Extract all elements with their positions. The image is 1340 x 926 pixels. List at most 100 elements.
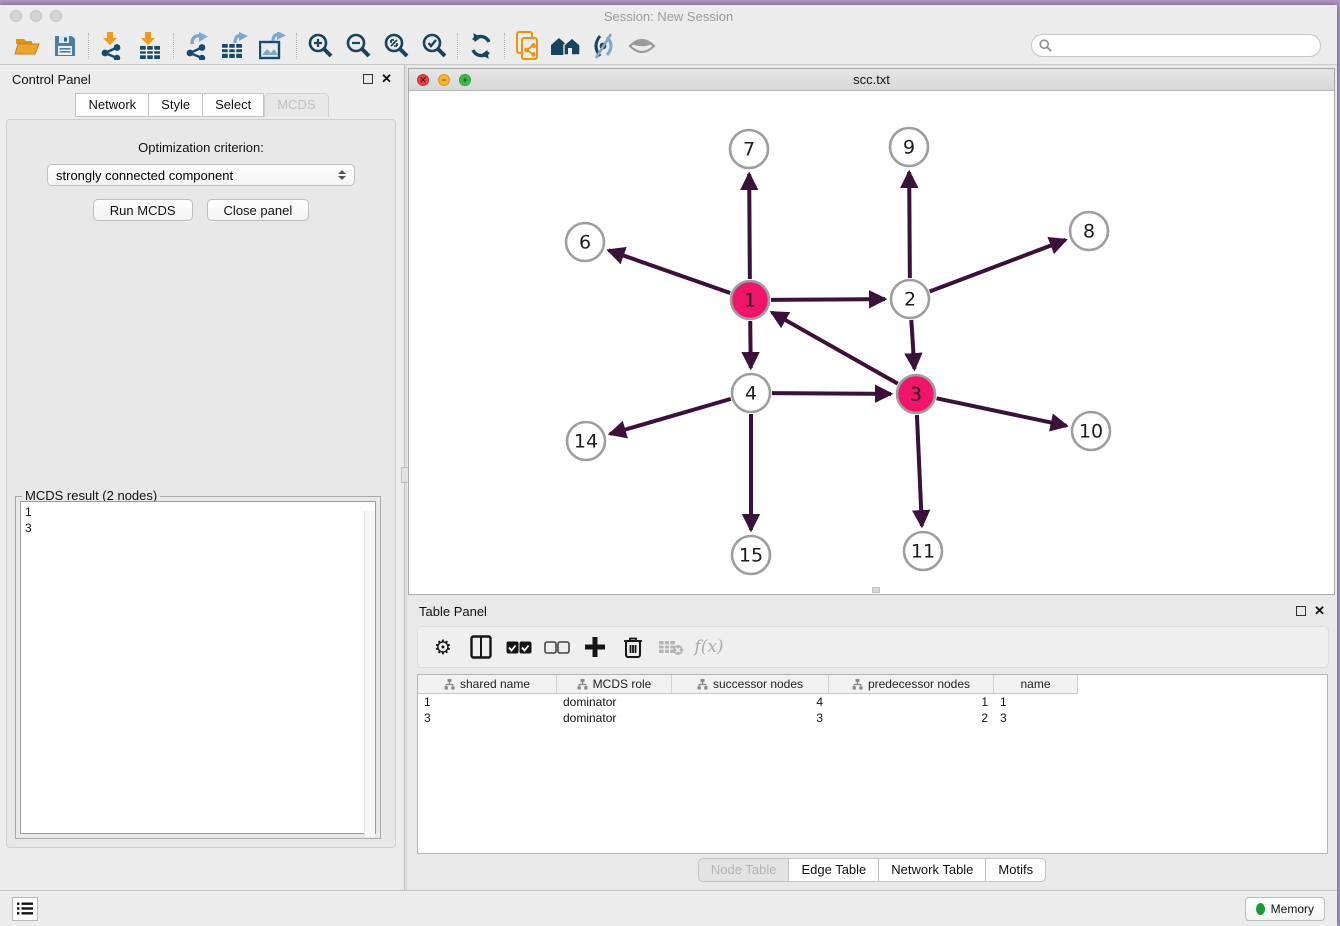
zoom-out-icon xyxy=(345,32,372,59)
graph-edge-4-3[interactable] xyxy=(772,393,891,394)
save-icon xyxy=(53,34,77,58)
graph-edge-1-4[interactable] xyxy=(750,321,751,368)
split-view-button[interactable] xyxy=(464,631,498,663)
run-mcds-button[interactable]: Run MCDS xyxy=(93,199,193,221)
app-window: Session: New Session xyxy=(0,5,1337,926)
graph-edge-2-9[interactable] xyxy=(909,172,910,278)
criterion-select[interactable]: strongly connected component xyxy=(47,164,355,186)
zoom-selected-button[interactable] xyxy=(415,31,453,61)
close-panel-button[interactable]: Close panel xyxy=(207,199,310,221)
import-table-button[interactable] xyxy=(131,31,169,61)
column-header-name[interactable]: name xyxy=(994,675,1078,694)
close-panel-icon[interactable]: ✕ xyxy=(381,74,392,84)
graph-edge-3-11[interactable] xyxy=(917,415,922,526)
cell-predecessor-nodes[interactable]: 1 xyxy=(829,694,994,710)
float-table-panel-icon[interactable] xyxy=(1296,606,1306,616)
refresh-button[interactable] xyxy=(462,31,500,61)
tab-network-table[interactable]: Network Table xyxy=(879,858,986,882)
eye-button[interactable] xyxy=(623,31,661,61)
column-header-predecessor-nodes[interactable]: predecessor nodes xyxy=(829,675,994,694)
graph-edge-1-2[interactable] xyxy=(771,299,885,300)
zoom-in-button[interactable] xyxy=(301,31,339,61)
search-input[interactable] xyxy=(1057,39,1313,53)
zoom-out-button[interactable] xyxy=(339,31,377,61)
column-header-shared-name[interactable]: shared name xyxy=(418,675,557,694)
export-table-icon xyxy=(221,32,249,60)
network-graph[interactable]: 7968124314101511 xyxy=(409,91,1337,595)
deselect-all-icon xyxy=(544,641,570,654)
show-panels-button[interactable] xyxy=(12,897,38,921)
table-row[interactable]: 3dominator323 xyxy=(418,710,1327,726)
network-canvas[interactable]: 7968124314101511 xyxy=(409,91,1334,594)
graph-edge-2-8[interactable] xyxy=(930,240,1066,292)
close-table-panel-icon[interactable]: ✕ xyxy=(1314,606,1325,616)
function-builder-button[interactable]: f(x) xyxy=(692,631,726,663)
cell-name[interactable]: 1 xyxy=(994,694,1078,710)
table-panel-title: Table Panel xyxy=(419,604,487,619)
canvas-grip[interactable] xyxy=(872,587,880,593)
graph-edge-1-6[interactable] xyxy=(609,250,731,293)
zoom-in-icon xyxy=(307,32,334,59)
mcds-tab-content: Optimization criterion: strongly connect… xyxy=(6,119,396,848)
import-network-button[interactable] xyxy=(93,31,131,61)
cell-MCDS-role[interactable]: dominator xyxy=(557,710,672,726)
save-session-button[interactable] xyxy=(46,31,84,61)
cell-MCDS-role[interactable]: dominator xyxy=(557,694,672,710)
search-icon xyxy=(1039,39,1052,52)
main-area: Control Panel ✕ NetworkStyleSelectMCDS O… xyxy=(0,65,1337,890)
cell-shared-name[interactable]: 1 xyxy=(418,694,557,710)
memory-button[interactable]: Memory xyxy=(1245,897,1325,921)
select-all-button[interactable] xyxy=(502,631,536,663)
duplicate-network-icon xyxy=(515,31,541,61)
cell-successor-nodes[interactable]: 3 xyxy=(672,710,829,726)
graph-edge-1-7[interactable] xyxy=(749,174,750,279)
tab-node-table[interactable]: Node Table xyxy=(698,858,790,882)
tab-network[interactable]: Network xyxy=(75,93,149,117)
network-close-icon[interactable]: ✕ xyxy=(417,74,429,86)
column-header-successor-nodes[interactable]: successor nodes xyxy=(672,675,829,694)
plus-icon xyxy=(585,637,605,657)
export-table-button[interactable] xyxy=(216,31,254,61)
network-window-titlebar[interactable]: ✕ − + scc.txt xyxy=(409,69,1334,91)
tab-style[interactable]: Style xyxy=(149,93,203,117)
graph-edge-3-10[interactable] xyxy=(937,398,1067,425)
zoom-selected-icon xyxy=(421,32,448,59)
cell-predecessor-nodes[interactable]: 2 xyxy=(829,710,994,726)
cell-shared-name[interactable]: 3 xyxy=(418,710,557,726)
export-network-button[interactable] xyxy=(178,31,216,61)
graph-edge-2-3[interactable] xyxy=(911,320,914,369)
export-image-button[interactable] xyxy=(254,31,292,61)
tab-motifs[interactable]: Motifs xyxy=(986,858,1046,882)
network-maximize-icon[interactable]: + xyxy=(459,74,471,86)
new-network-from-selection-button[interactable] xyxy=(509,31,547,61)
cell-name[interactable]: 3 xyxy=(994,710,1078,726)
graph-edge-3-1[interactable] xyxy=(772,312,898,383)
table-settings-button[interactable]: ⚙ xyxy=(426,631,460,663)
tab-edge-table[interactable]: Edge Table xyxy=(789,858,879,882)
mcds-result-box: MCDS result (2 nodes) 1 3 xyxy=(15,496,381,839)
delete-column-button[interactable] xyxy=(616,631,650,663)
control-panel: Control Panel ✕ NetworkStyleSelectMCDS O… xyxy=(0,65,404,890)
fit-content-button[interactable] xyxy=(547,31,585,61)
open-session-button[interactable] xyxy=(8,31,46,61)
tab-mcds[interactable]: MCDS xyxy=(264,93,328,117)
zoom-fit-button[interactable] xyxy=(377,31,415,61)
network-minimize-icon[interactable]: − xyxy=(438,74,450,86)
add-column-button[interactable] xyxy=(578,631,612,663)
refresh-icon xyxy=(468,33,494,59)
graph-node-label-10: 10 xyxy=(1079,421,1103,443)
tab-select[interactable]: Select xyxy=(203,93,264,117)
show-hide-graphics-details-button[interactable] xyxy=(585,31,623,61)
mcds-result-text[interactable]: 1 3 xyxy=(20,501,376,834)
float-panel-icon[interactable] xyxy=(363,74,373,84)
destroy-table-button[interactable] xyxy=(654,631,688,663)
cell-successor-nodes[interactable]: 4 xyxy=(672,694,829,710)
graph-node-label-1: 1 xyxy=(744,290,756,312)
graph-edge-4-14[interactable] xyxy=(610,399,731,434)
table-toolbar: ⚙ xyxy=(417,626,1329,668)
deselect-all-button[interactable] xyxy=(540,631,574,663)
column-header-MCDS-role[interactable]: MCDS role xyxy=(557,675,672,694)
table-row[interactable]: 1dominator411 xyxy=(418,694,1327,710)
result-scrollbar[interactable] xyxy=(364,511,375,837)
search-box[interactable] xyxy=(1031,34,1321,57)
